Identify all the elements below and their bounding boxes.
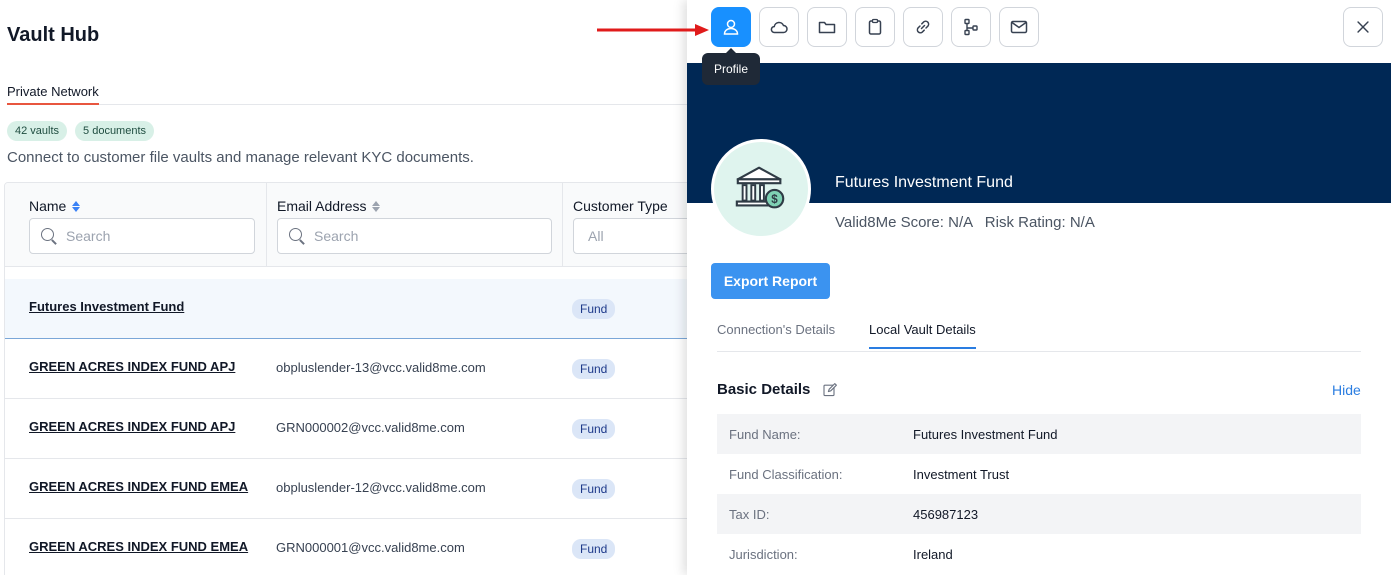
cloud-icon [770, 21, 788, 34]
email-search-field[interactable] [277, 218, 552, 254]
profile-icon [723, 19, 739, 35]
name-search-input[interactable] [66, 228, 216, 244]
count-badges: 42 vaults 5 documents [7, 121, 155, 141]
detail-label: Tax ID: [729, 507, 770, 522]
detail-value: Futures Investment Fund [913, 427, 1058, 442]
section-title: Basic Details [717, 381, 811, 398]
mail-button[interactable] [999, 7, 1039, 47]
row-name-link[interactable]: GREEN ACRES INDEX FUND EMEA [29, 539, 248, 554]
vault-count-badge: 42 vaults [7, 121, 68, 141]
row-name-link[interactable]: GREEN ACRES INDEX FUND EMEA [29, 479, 248, 494]
hierarchy-button[interactable] [951, 7, 991, 47]
search-icon [288, 227, 306, 245]
svg-text:$: $ [771, 193, 778, 206]
table-row[interactable]: GREEN ACRES INDEX FUND APJ GRN000002@vcc… [5, 399, 703, 459]
customer-type-select-value: All [588, 228, 604, 244]
mail-icon [1010, 20, 1028, 34]
table-row[interactable]: GREEN ACRES INDEX FUND EMEA obpluslender… [5, 459, 703, 519]
column-name: Name [5, 183, 267, 267]
column-type-header[interactable]: Customer Type [573, 198, 668, 214]
table-row[interactable]: GREEN ACRES INDEX FUND APJ obpluslender-… [5, 339, 703, 399]
vault-hub-page: Vault Hub Private Network 42 vaults 5 do… [0, 0, 704, 575]
detail-label: Fund Name: [729, 427, 801, 442]
close-icon [1357, 21, 1369, 33]
basic-details-heading: Basic Details [717, 381, 838, 398]
entity-name: Futures Investment Fund [835, 174, 1013, 191]
row-name-link[interactable]: Futures Investment Fund [29, 299, 184, 314]
vault-table: Name Email Address [4, 182, 704, 575]
row-email: GRN000002@vcc.valid8me.com [276, 420, 465, 435]
folder-icon [818, 21, 836, 34]
folder-button[interactable] [807, 7, 847, 47]
sort-icon[interactable] [372, 200, 381, 212]
table-header: Name Email Address [5, 183, 703, 267]
profile-button[interactable] [711, 7, 751, 47]
column-email-label: Email Address [277, 198, 367, 214]
bank-icon: $ [735, 166, 785, 209]
row-type-badge: Fund [572, 359, 616, 379]
score-summary: Valid8Me Score: N/A Risk Rating: N/A [835, 214, 1095, 231]
email-search-input[interactable] [314, 228, 464, 244]
cloud-button[interactable] [759, 7, 799, 47]
row-email: obpluslender-13@vcc.valid8me.com [276, 360, 486, 375]
detail-label: Fund Classification: [729, 467, 843, 482]
detail-value: Ireland [913, 547, 953, 562]
table-row[interactable]: Futures Investment Fund Fund [5, 279, 703, 339]
close-panel-button[interactable] [1343, 7, 1383, 47]
hide-section-link[interactable]: Hide [1332, 382, 1361, 398]
edit-icon[interactable] [822, 382, 838, 398]
detail-label: Jurisdiction: [729, 547, 798, 562]
tab-connection-details[interactable]: Connection's Details [717, 322, 835, 347]
name-search-field[interactable] [29, 218, 255, 254]
row-type-badge: Fund [572, 479, 616, 499]
page-title: Vault Hub [7, 24, 100, 46]
row-email: GRN000001@vcc.valid8me.com [276, 540, 465, 555]
column-customer-type: Customer Type All [563, 183, 703, 267]
column-type-label: Customer Type [573, 198, 668, 214]
tab-private-network[interactable]: Private Network [7, 84, 99, 105]
detail-row-jurisdiction: Jurisdiction: Ireland [717, 534, 1361, 574]
link-icon [916, 20, 930, 34]
detail-row-tax-id: Tax ID: 456987123 [717, 494, 1361, 534]
hierarchy-icon [964, 18, 978, 36]
page-tabbar: Private Network [7, 84, 697, 105]
detail-row-fund-classification: Fund Classification: Investment Trust [717, 454, 1361, 494]
tab-local-vault-details[interactable]: Local Vault Details [869, 322, 976, 349]
column-email-header[interactable]: Email Address [277, 198, 381, 214]
row-type-badge: Fund [572, 419, 616, 439]
column-name-header[interactable]: Name [29, 198, 81, 214]
column-email: Email Address [267, 183, 563, 267]
entity-avatar: $ [711, 139, 811, 239]
detail-row-fund-name: Fund Name: Futures Investment Fund [717, 414, 1361, 454]
table-row[interactable]: GREEN ACRES INDEX FUND EMEA GRN000001@vc… [5, 519, 703, 575]
row-type-badge: Fund [572, 539, 616, 559]
page-subtitle: Connect to customer file vaults and mana… [7, 149, 474, 166]
row-name-link[interactable]: GREEN ACRES INDEX FUND APJ [29, 359, 235, 374]
annotation-arrow [597, 24, 709, 36]
clipboard-icon [868, 18, 882, 35]
panel-toolbar [711, 7, 1039, 47]
link-button[interactable] [903, 7, 943, 47]
customer-type-select[interactable]: All [573, 218, 703, 254]
document-count-badge: 5 documents [75, 121, 155, 141]
profile-tooltip: Profile [702, 48, 760, 85]
row-email: obpluslender-12@vcc.valid8me.com [276, 480, 486, 495]
column-name-label: Name [29, 198, 67, 214]
detail-value: Investment Trust [913, 467, 1010, 482]
vault-detail-panel: Profile $ Futures Investment Fund Valid8… [687, 0, 1391, 575]
search-icon [40, 227, 58, 245]
export-report-button[interactable]: Export Report [711, 263, 830, 299]
row-type-badge: Fund [572, 299, 616, 319]
sort-icon[interactable] [72, 200, 81, 212]
clipboard-button[interactable] [855, 7, 895, 47]
detail-value: 456987123 [913, 507, 979, 522]
detail-tabs: Connection's Details Local Vault Details [717, 320, 1361, 352]
row-name-link[interactable]: GREEN ACRES INDEX FUND APJ [29, 419, 235, 434]
